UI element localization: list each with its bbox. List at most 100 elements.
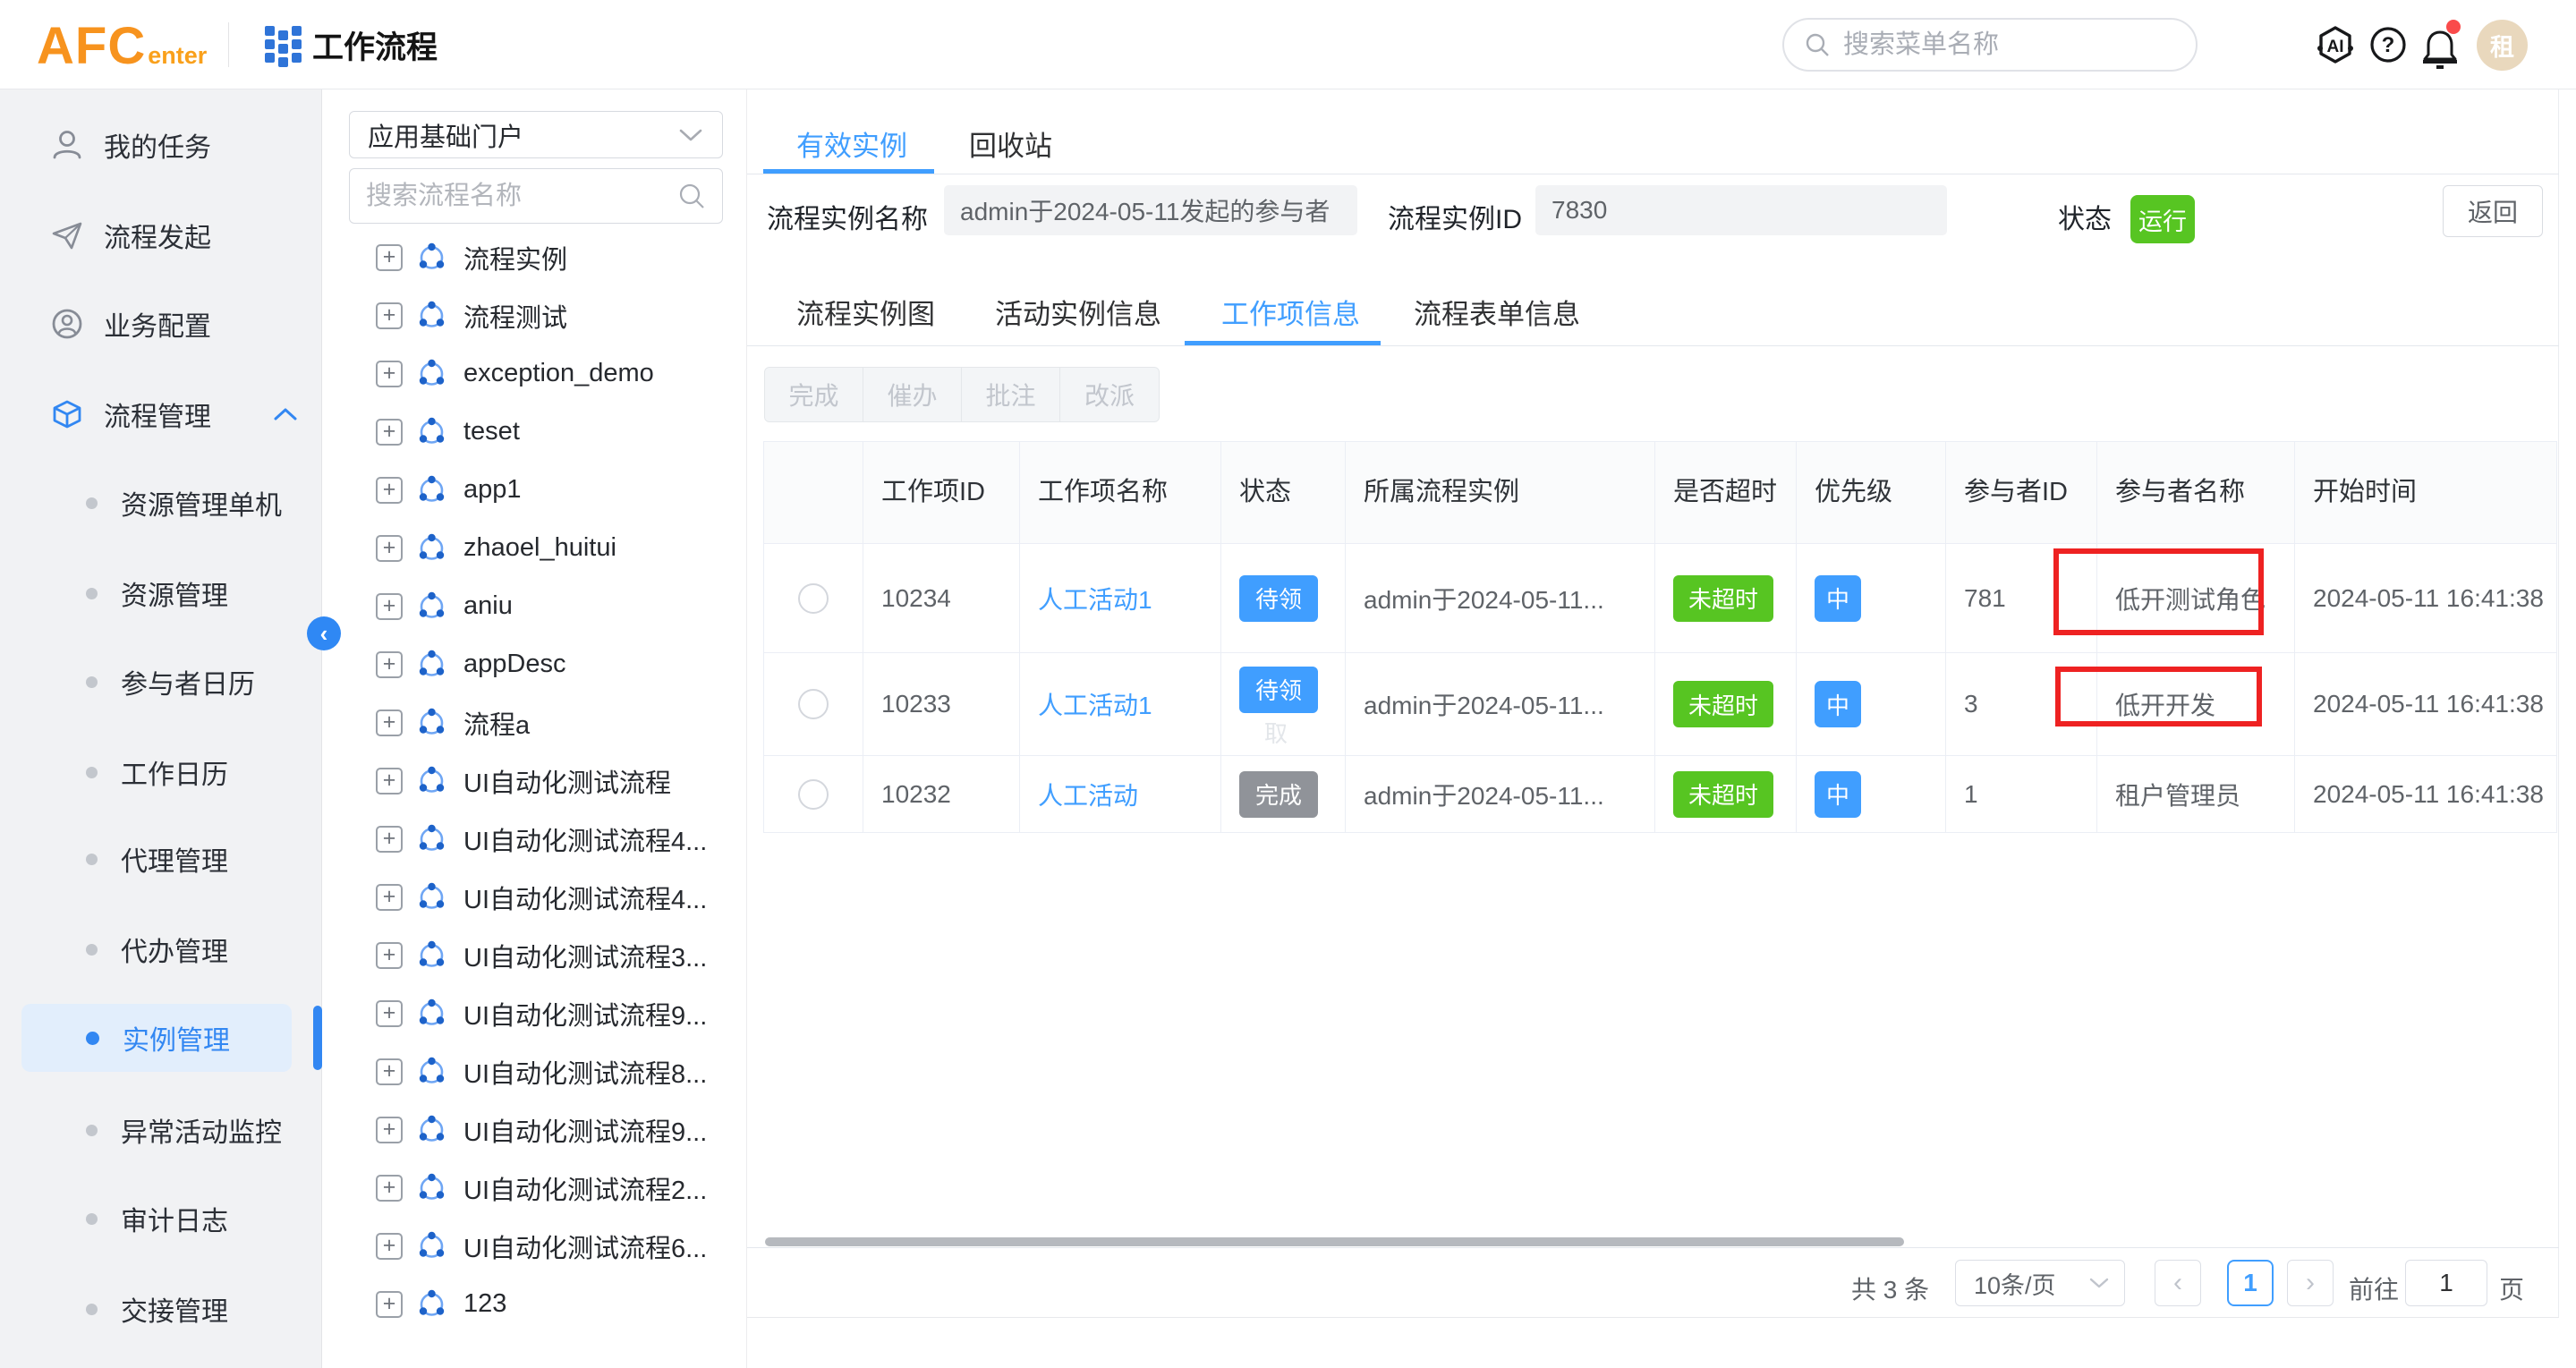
prev-page-button[interactable]: ‹ [2155, 1260, 2201, 1306]
sidebar-item-instance-mgmt[interactable]: 实例管理 [21, 1004, 292, 1072]
tree-item[interactable]: + UI自动化测试流程9... [322, 1100, 747, 1159]
tree-item[interactable]: + appDesc [322, 635, 747, 693]
tree-item[interactable]: + aniu [322, 577, 747, 635]
back-button-label: 返回 [2468, 193, 2518, 229]
expand-icon[interactable]: + [376, 1117, 403, 1143]
sidebar-item-process-start[interactable]: 流程发起 [0, 201, 322, 269]
back-button[interactable]: 返回 [2443, 185, 2543, 237]
expand-icon[interactable]: + [376, 593, 403, 620]
tab-recycle-bin[interactable]: 回收站 [969, 123, 1052, 164]
subtab-instance-diagram[interactable]: 流程实例图 [796, 292, 935, 332]
expand-icon[interactable]: + [376, 244, 403, 271]
cell-workitem-id: 10232 [863, 756, 1020, 833]
tree-item[interactable]: + 流程测试 [322, 286, 747, 344]
app-select-dropdown[interactable]: 应用基础门户 [349, 111, 723, 158]
sidebar-item-abnormal-activity-monitor[interactable]: 异常活动监控 [0, 1096, 322, 1164]
expand-icon[interactable]: + [376, 361, 403, 387]
help-button[interactable]: ? [2367, 23, 2410, 66]
tree-item[interactable]: + UI自动化测试流程8... [322, 1042, 747, 1100]
tree-item-label: UI自动化测试流程2... [463, 1169, 707, 1207]
tree-item[interactable]: + UI自动化测试流程9... [322, 984, 747, 1042]
goto-page-input[interactable] [2405, 1260, 2487, 1306]
tree-item[interactable]: + UI自动化测试流程4... [322, 868, 747, 926]
expand-icon[interactable]: + [376, 1058, 403, 1085]
ai-assistant-button[interactable]: AI [2314, 23, 2357, 66]
horizontal-scrollbar[interactable] [765, 1237, 1904, 1246]
menu-search-input[interactable] [1843, 30, 2165, 60]
tree-item[interactable]: + UI自动化测试流程6... [322, 1217, 747, 1275]
reassign-button-label: 改派 [1084, 377, 1135, 412]
cell-participant-name: 低开开发 [2097, 653, 2295, 756]
sidebar-item-audit-log[interactable]: 审计日志 [0, 1185, 322, 1253]
header-workitem-name: 工作项名称 [1020, 442, 1221, 544]
complete-button[interactable]: 完成 [765, 368, 863, 421]
tree-item[interactable]: + 123 [322, 1275, 747, 1333]
sidebar-item-business-config[interactable]: 业务配置 [0, 290, 322, 358]
svg-text:?: ? [2382, 33, 2395, 57]
subtab-workitem-info[interactable]: 工作项信息 [1221, 292, 1360, 332]
sidebar-item-resource-mgmt-standalone[interactable]: 资源管理单机 [0, 469, 322, 537]
expand-icon[interactable]: + [376, 477, 403, 504]
expand-icon[interactable]: + [376, 826, 403, 853]
avatar[interactable]: 租 [2477, 20, 2528, 71]
subtab-form-info[interactable]: 流程表单信息 [1414, 292, 1580, 332]
annotate-button[interactable]: 批注 [962, 368, 1060, 421]
tree-item[interactable]: + UI自动化测试流程3... [322, 926, 747, 984]
sidebar-item-my-tasks[interactable]: 我的任务 [0, 111, 322, 179]
sidebar-item-participant-calendar[interactable]: 参与者日历 [0, 648, 322, 716]
current-page-button[interactable]: 1 [2227, 1260, 2274, 1306]
status-overflow-text: 取 [1239, 716, 1288, 743]
next-page-button[interactable]: › [2287, 1260, 2334, 1306]
expand-icon[interactable]: + [376, 1291, 403, 1318]
expand-icon[interactable]: + [376, 709, 403, 736]
workitem-name-link[interactable]: 人工活动 [1038, 782, 1138, 810]
tree-item[interactable]: + zhaoel_huitui [322, 519, 747, 577]
expand-icon[interactable]: + [376, 535, 403, 562]
tree-item[interactable]: + 流程实例 [322, 228, 747, 286]
expand-icon[interactable]: + [376, 1000, 403, 1027]
sidebar-collapse-button[interactable]: ‹ [307, 616, 341, 650]
tab-valid-instances[interactable]: 有效实例 [796, 123, 907, 164]
workitem-name-link[interactable]: 人工活动1 [1038, 692, 1152, 719]
tree-item[interactable]: + UI自动化测试流程2... [322, 1159, 747, 1217]
row-radio[interactable] [798, 779, 829, 810]
tree-item[interactable]: + UI自动化测试流程 [322, 752, 747, 810]
tree-item[interactable]: + 流程a [322, 693, 747, 752]
notifications-button[interactable] [2419, 20, 2466, 72]
status-badge-complete: 完成 [1239, 771, 1318, 818]
reassign-button[interactable]: 改派 [1060, 368, 1159, 421]
instance-id-field[interactable] [1535, 185, 1947, 235]
afcenter-logo[interactable]: AFC enter [37, 0, 207, 89]
expand-icon[interactable]: + [376, 302, 403, 329]
expand-icon[interactable]: + [376, 884, 403, 911]
expand-icon[interactable]: + [376, 942, 403, 969]
app-grid-icon[interactable] [265, 26, 302, 64]
tree-item[interactable]: + UI自动化测试流程4... [322, 810, 747, 868]
process-search[interactable] [349, 168, 723, 224]
expand-icon[interactable]: + [376, 1233, 403, 1260]
sidebar-item-agent-mgmt[interactable]: 代理管理 [0, 825, 322, 893]
expand-icon[interactable]: + [376, 1175, 403, 1202]
sidebar-item-work-calendar[interactable]: 工作日历 [0, 738, 322, 806]
tree-item[interactable]: + app1 [322, 461, 747, 519]
expand-icon[interactable]: + [376, 651, 403, 678]
subtab-activity-info[interactable]: 活动实例信息 [995, 292, 1161, 332]
menu-search[interactable] [1782, 18, 2198, 72]
expand-icon[interactable]: + [376, 768, 403, 794]
urge-button[interactable]: 催办 [863, 368, 962, 421]
sidebar-item-todo-mgmt[interactable]: 代办管理 [0, 915, 322, 983]
page-size-select[interactable]: 10条/页 [1955, 1260, 2125, 1306]
expand-icon[interactable]: + [376, 419, 403, 446]
row-radio[interactable] [798, 583, 829, 614]
tree-item[interactable]: + exception_demo [322, 344, 747, 403]
sidebar-item-handover-mgmt[interactable]: 交接管理 [0, 1275, 322, 1343]
sidebar-item-resource-mgmt[interactable]: 资源管理 [0, 559, 322, 627]
tree-item[interactable]: + teset [322, 403, 747, 461]
workitem-name-link[interactable]: 人工活动1 [1038, 586, 1152, 614]
instance-name-field[interactable] [944, 185, 1357, 235]
process-search-input[interactable] [366, 182, 652, 211]
sidebar-item-process-management[interactable]: 流程管理 [0, 380, 322, 448]
tree-item-label: appDesc [463, 650, 565, 679]
logo-text-afc: AFC [37, 20, 146, 73]
row-radio[interactable] [798, 689, 829, 719]
